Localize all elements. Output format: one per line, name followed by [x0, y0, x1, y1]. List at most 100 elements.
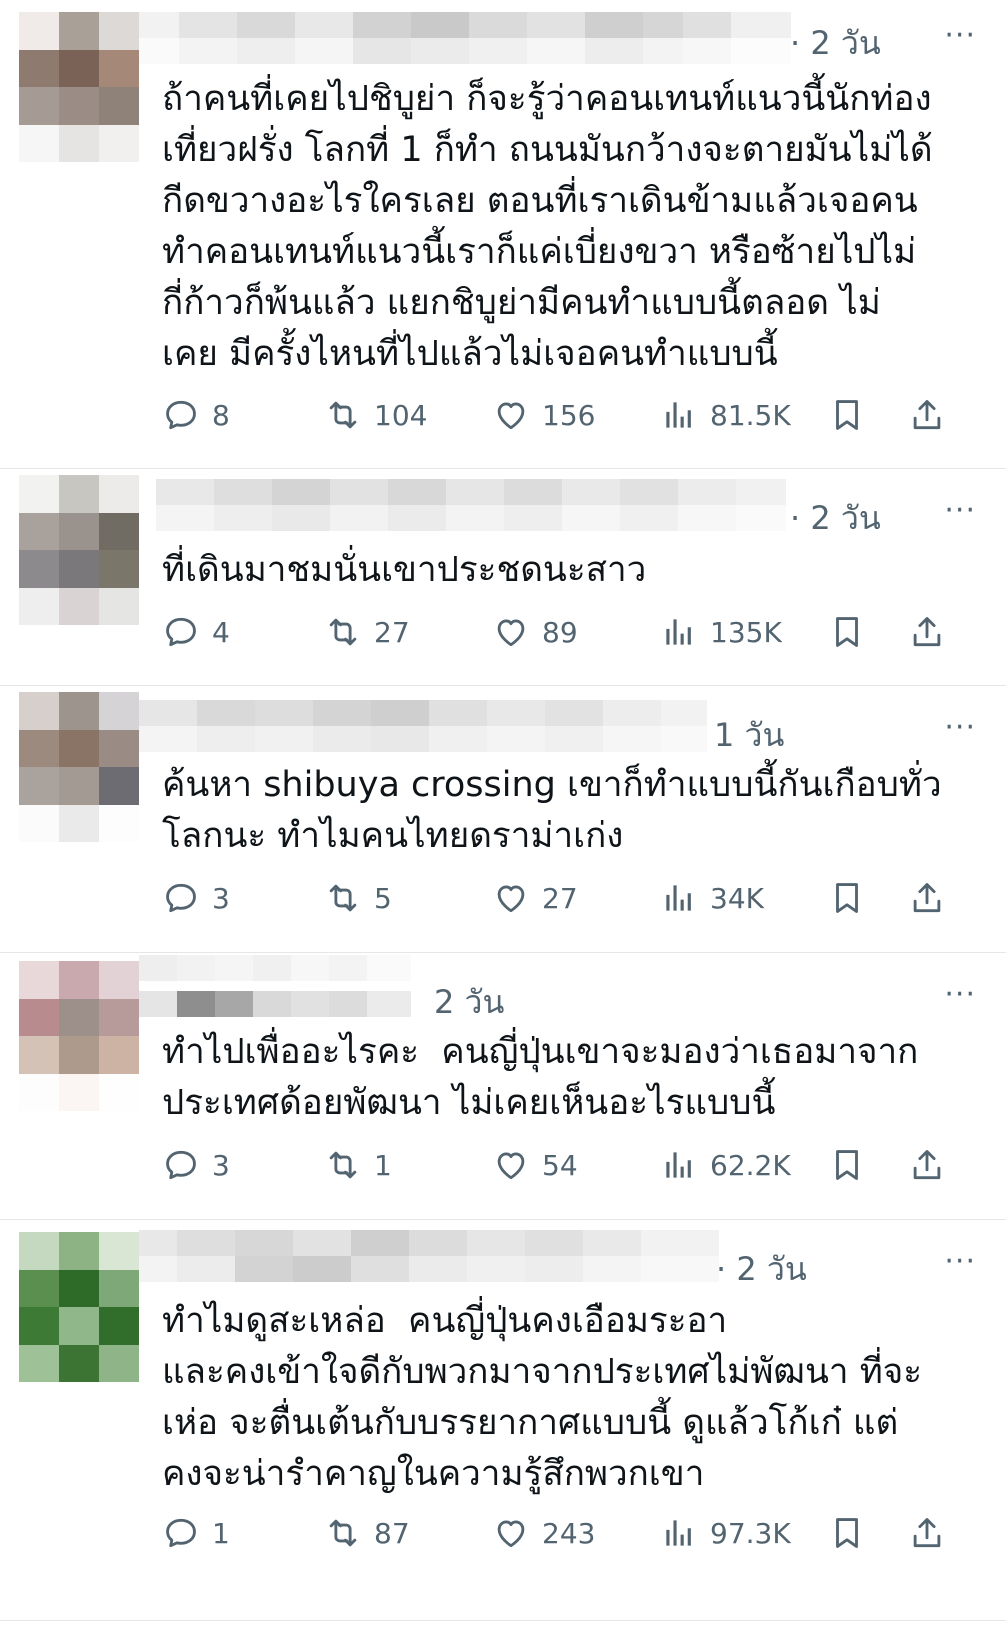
like-button[interactable]: 243	[492, 1508, 595, 1558]
user-name-blurred[interactable]	[139, 12, 791, 64]
share-icon	[908, 1514, 946, 1552]
share-icon	[908, 613, 946, 651]
views-button[interactable]: 62.2K	[660, 1140, 791, 1190]
bookmark-button[interactable]	[828, 873, 866, 923]
more-icon[interactable]: ···	[944, 977, 976, 1012]
timestamp[interactable]: · 2 วัน	[790, 18, 881, 69]
bookmark-icon	[828, 1514, 866, 1552]
reply-count: 4	[212, 615, 230, 649]
tweet-text: ทำไมดูสะเหล่อ คนญี่ปุ่นคงเอือมระอา และคง…	[162, 1301, 923, 1494]
avatar[interactable]	[19, 961, 139, 1111]
view-count: 81.5K	[710, 398, 791, 432]
bookmark-icon	[828, 1146, 866, 1184]
reply-button[interactable]: 3	[162, 873, 230, 923]
timestamp[interactable]: 2 วัน	[434, 977, 504, 1028]
action-bar: 3 5 27 34K	[162, 873, 982, 923]
reply-count: 3	[212, 881, 230, 915]
tweet-text: ทำไปเพื่ออะไรคะ คนญี่ปุ่นเขาจะมองว่าเธอม…	[162, 1032, 919, 1123]
repost-icon	[324, 1514, 362, 1552]
reply-tweet: · 2 วัน ··· ทำไมดูสะเหล่อ คนญี่ปุ่นคงเอื…	[0, 1220, 1006, 1626]
timestamp[interactable]: 1 วัน	[714, 710, 784, 761]
share-button[interactable]	[908, 873, 946, 923]
user-name-blurred[interactable]	[139, 1230, 719, 1282]
user-name-blurred[interactable]	[139, 955, 411, 1017]
action-bar: 3 1 54 62.2K	[162, 1140, 982, 1190]
timestamp[interactable]: · 2 วัน	[716, 1244, 807, 1295]
analytics-icon	[660, 1146, 698, 1184]
repost-button[interactable]: 104	[324, 390, 427, 440]
repost-button[interactable]: 27	[324, 607, 410, 657]
user-name-blurred[interactable]	[139, 700, 707, 752]
views-button[interactable]: 97.3K	[660, 1508, 791, 1558]
view-count: 62.2K	[710, 1148, 791, 1182]
share-icon	[908, 396, 946, 434]
reply-icon	[162, 1514, 200, 1552]
reply-tweet: 2 วัน ··· ทำไปเพื่ออะไรคะ คนญี่ปุ่นเขาจะ…	[0, 953, 1006, 1219]
reply-count: 8	[212, 398, 230, 432]
like-button[interactable]: 27	[492, 873, 578, 923]
repost-icon	[324, 613, 362, 651]
tweet-text: ที่เดินมาชมนั่นเขาประชดนะสาว	[162, 550, 647, 590]
repost-button[interactable]: 5	[324, 873, 392, 923]
avatar[interactable]	[19, 1232, 139, 1382]
bookmark-button[interactable]	[828, 1140, 866, 1190]
reply-count: 1	[212, 1516, 230, 1550]
like-button[interactable]: 54	[492, 1140, 578, 1190]
reply-count: 3	[212, 1148, 230, 1182]
bookmark-button[interactable]	[828, 390, 866, 440]
more-icon[interactable]: ···	[944, 1244, 976, 1279]
avatar[interactable]	[19, 12, 139, 162]
more-icon[interactable]: ···	[944, 18, 976, 53]
reply-icon	[162, 879, 200, 917]
repost-count: 27	[374, 615, 410, 649]
like-count: 27	[542, 881, 578, 915]
heart-icon	[492, 879, 530, 917]
tweet-text: ค้นหา shibuya crossing เขาก็ทำแบบนี้กันเ…	[162, 765, 942, 856]
like-count: 156	[542, 398, 596, 432]
repost-button[interactable]: 1	[324, 1140, 392, 1190]
analytics-icon	[660, 879, 698, 917]
heart-icon	[492, 613, 530, 651]
repost-icon	[324, 1146, 362, 1184]
avatar[interactable]	[19, 475, 139, 625]
reply-button[interactable]: 4	[162, 607, 230, 657]
reply-button[interactable]: 3	[162, 1140, 230, 1190]
reply-button[interactable]: 8	[162, 390, 230, 440]
reply-tweet: · 2 วัน ··· ที่เดินมาชมนั่นเขาประชดนะสาว…	[0, 469, 1006, 685]
more-icon[interactable]: ···	[944, 493, 976, 528]
reply-tweet: · 2 วัน ··· ถ้าคนที่เคยไปชิบูย่า ก็จะรู้…	[0, 0, 1006, 468]
repost-count: 104	[374, 398, 428, 432]
reply-icon	[162, 1146, 200, 1184]
tweet-text: ถ้าคนที่เคยไปชิบูย่า ก็จะรู้ว่าคอนเทนท์แ…	[162, 79, 933, 374]
repost-icon	[324, 879, 362, 917]
repost-count: 87	[374, 1516, 410, 1550]
avatar[interactable]	[19, 692, 139, 842]
share-button[interactable]	[908, 1508, 946, 1558]
like-count: 243	[542, 1516, 596, 1550]
timestamp[interactable]: · 2 วัน	[790, 493, 881, 544]
share-button[interactable]	[908, 390, 946, 440]
bookmark-icon	[828, 613, 866, 651]
views-button[interactable]: 81.5K	[660, 390, 791, 440]
views-button[interactable]: 135K	[660, 607, 782, 657]
share-button[interactable]	[908, 607, 946, 657]
share-button[interactable]	[908, 1140, 946, 1190]
heart-icon	[492, 396, 530, 434]
views-button[interactable]: 34K	[660, 873, 764, 923]
reply-icon	[162, 613, 200, 651]
repost-button[interactable]: 87	[324, 1508, 410, 1558]
share-icon	[908, 1146, 946, 1184]
reply-tweet: 1 วัน ··· ค้นหา shibuya crossing เขาก็ทำ…	[0, 686, 1006, 952]
like-button[interactable]: 89	[492, 607, 578, 657]
view-count: 135K	[710, 615, 782, 649]
action-bar: 8 104 156 81.5K	[162, 390, 982, 440]
bookmark-button[interactable]	[828, 1508, 866, 1558]
user-name-blurred[interactable]	[156, 479, 786, 531]
share-icon	[908, 879, 946, 917]
repost-count: 1	[374, 1148, 392, 1182]
bookmark-button[interactable]	[828, 607, 866, 657]
more-icon[interactable]: ···	[944, 710, 976, 745]
heart-icon	[492, 1514, 530, 1552]
reply-button[interactable]: 1	[162, 1508, 230, 1558]
like-button[interactable]: 156	[492, 390, 595, 440]
